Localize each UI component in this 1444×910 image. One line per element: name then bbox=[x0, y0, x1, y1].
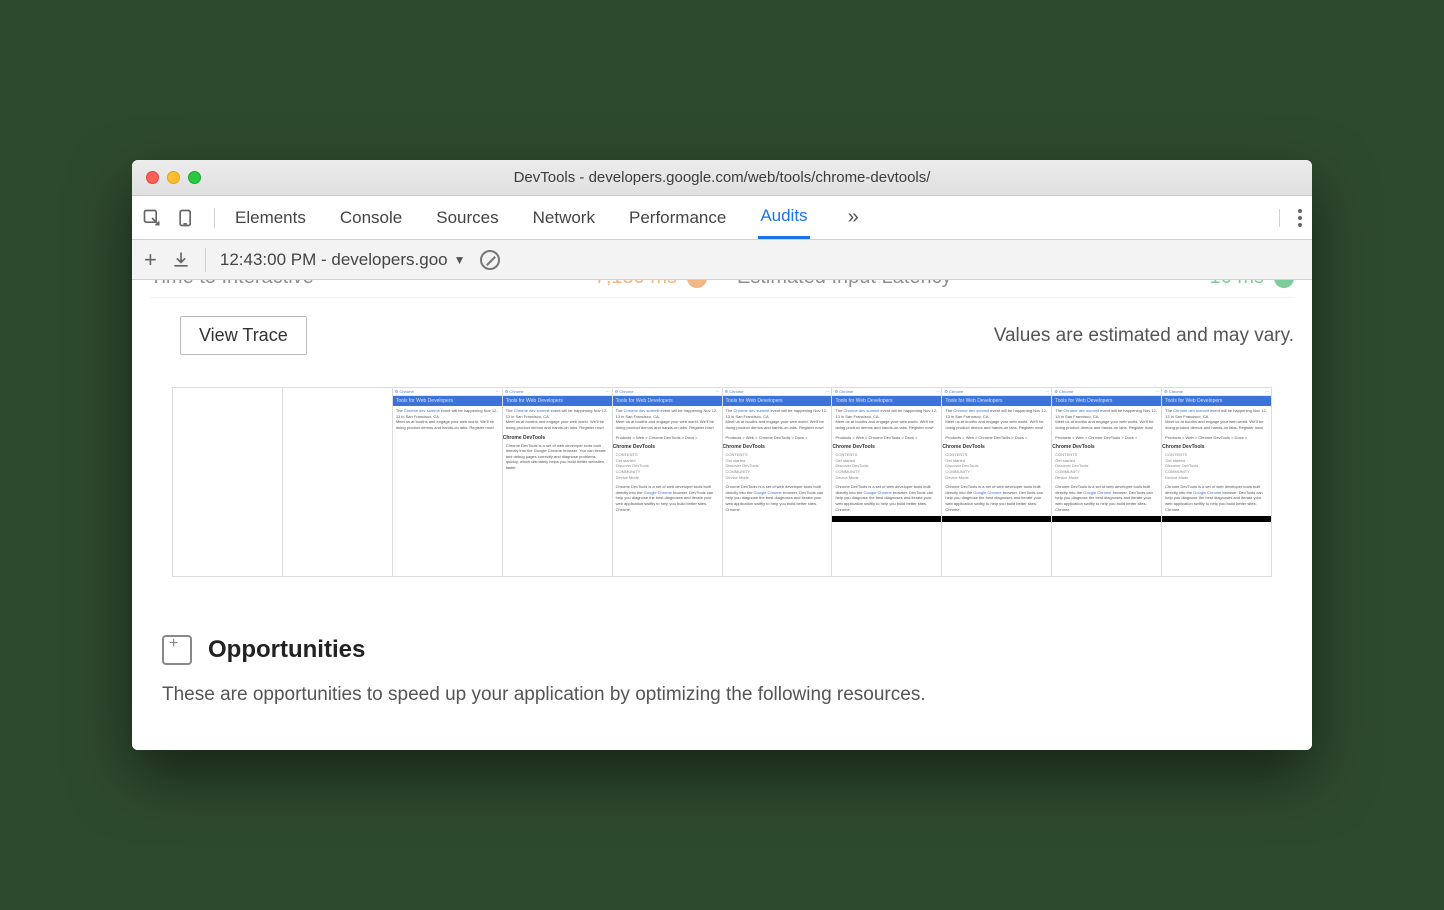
tab-audits[interactable]: Audits bbox=[758, 196, 809, 239]
inspect-icon[interactable] bbox=[142, 208, 162, 228]
window-title: DevTools - developers.google.com/web/too… bbox=[132, 169, 1312, 186]
filmstrip-frame: ⚙ Chrome⋯ Tools for Web Developers The C… bbox=[1162, 388, 1271, 576]
opportunities-description: These are opportunities to speed up your… bbox=[150, 681, 1294, 710]
audits-toolbar: + 12:43:00 PM - developers.goo ▼ bbox=[132, 240, 1312, 280]
titlebar: DevTools - developers.google.com/web/too… bbox=[132, 160, 1312, 196]
new-audit-button[interactable]: + bbox=[144, 247, 157, 273]
tab-sources[interactable]: Sources bbox=[434, 198, 500, 238]
panel-tabs: Elements Console Sources Network Perform… bbox=[233, 196, 1279, 239]
opportunities-header: Opportunities bbox=[150, 635, 1294, 665]
tab-network[interactable]: Network bbox=[531, 198, 597, 238]
screenshot-filmstrip[interactable]: ⚙ Chrome⋯ Tools for Web Developers The C… bbox=[172, 387, 1272, 577]
more-tabs-icon[interactable]: » bbox=[848, 206, 859, 229]
filmstrip-frame: ⚙ Chrome⋯ Tools for Web Developers The C… bbox=[723, 388, 833, 576]
status-dot-green bbox=[1274, 280, 1294, 288]
close-window-button[interactable] bbox=[146, 171, 159, 184]
filmstrip-frame bbox=[173, 388, 283, 576]
metric-left-label: Time to Interactive bbox=[150, 280, 314, 289]
audit-run-select[interactable]: 12:43:00 PM - developers.goo ▼ bbox=[220, 250, 466, 270]
filmstrip-frame: ⚙ Chrome⋯ Tools for Web Developers The C… bbox=[503, 388, 613, 576]
tab-elements[interactable]: Elements bbox=[233, 198, 308, 238]
trace-row: View Trace Values are estimated and may … bbox=[150, 302, 1294, 373]
device-toggle-icon[interactable] bbox=[176, 208, 196, 228]
opportunities-icon bbox=[162, 635, 192, 665]
metric-right-value: 16 ms bbox=[1210, 280, 1294, 289]
tab-performance[interactable]: Performance bbox=[627, 198, 728, 238]
filmstrip-frame: ⚙ Chrome⋯ Tools for Web Developers The C… bbox=[613, 388, 723, 576]
tab-console[interactable]: Console bbox=[338, 198, 404, 238]
filmstrip-frame: ⚙ Chrome⋯ Tools for Web Developers The C… bbox=[1052, 388, 1162, 576]
metric-right-label: Estimated Input Latency bbox=[737, 280, 952, 289]
download-icon[interactable] bbox=[171, 250, 191, 270]
view-trace-button[interactable]: View Trace bbox=[180, 316, 307, 355]
dropdown-triangle-icon: ▼ bbox=[454, 253, 466, 267]
devtools-tabbar: Elements Console Sources Network Perform… bbox=[132, 196, 1312, 240]
filmstrip-frame bbox=[283, 388, 393, 576]
devtools-window: DevTools - developers.google.com/web/too… bbox=[132, 160, 1312, 750]
audit-content: Time to Interactive 7,130 ms Estimated I… bbox=[132, 280, 1312, 750]
clear-icon[interactable] bbox=[480, 250, 500, 270]
metrics-row: Time to Interactive 7,130 ms Estimated I… bbox=[150, 280, 1294, 298]
settings-menu-icon[interactable] bbox=[1298, 209, 1302, 227]
minimize-window-button[interactable] bbox=[167, 171, 180, 184]
opportunities-title: Opportunities bbox=[208, 636, 365, 664]
traffic-lights bbox=[146, 171, 201, 184]
filmstrip-frame: ⚙ Chrome⋯ Tools for Web Developers The C… bbox=[393, 388, 503, 576]
estimation-note: Values are estimated and may vary. bbox=[994, 325, 1294, 347]
filmstrip-frame: ⚙ Chrome⋯ Tools for Web Developers The C… bbox=[942, 388, 1052, 576]
status-dot-orange bbox=[687, 280, 707, 288]
audit-run-label: 12:43:00 PM - developers.goo bbox=[220, 250, 448, 270]
zoom-window-button[interactable] bbox=[188, 171, 201, 184]
filmstrip-frame: ⚙ Chrome⋯ Tools for Web Developers The C… bbox=[832, 388, 942, 576]
metric-left-value: 7,130 ms bbox=[595, 280, 707, 289]
